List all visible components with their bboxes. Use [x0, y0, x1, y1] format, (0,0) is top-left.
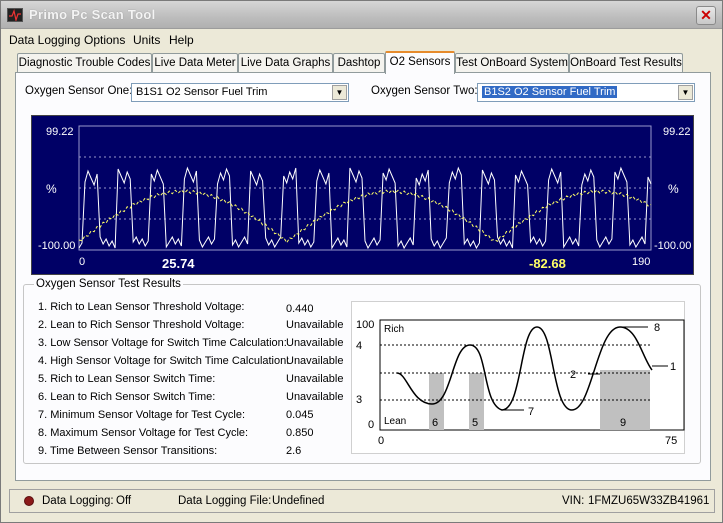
result-label-2: 2. Lean to Rich Sensor Threshold Voltage…: [38, 319, 245, 331]
sensor-two-select[interactable]: B1S2 O2 Sensor Fuel Trim ▼: [477, 83, 695, 102]
title-bar: Primo Pc Scan Tool ✕: [1, 1, 722, 29]
menu-data-logging[interactable]: Data Logging: [9, 33, 80, 47]
diagram-x-zero: 0: [378, 435, 384, 447]
o2-test-diagram: 100 0 0 75 Rich Lean 4 3 6 5 7 8 1 2 9: [351, 301, 685, 454]
sensor-one-select[interactable]: B1S1 O2 Sensor Fuel Trim ▼: [131, 83, 349, 102]
vin-label: VIN:: [562, 495, 585, 507]
diagram-mark-5: 5: [472, 417, 478, 429]
status-bar: Data Logging: Off Data Logging File: Und…: [9, 489, 715, 513]
diagram-x-end: 75: [665, 435, 677, 447]
logging-status-icon: [24, 496, 34, 506]
diagram-rich: Rich: [384, 324, 404, 335]
menu-options[interactable]: Options: [84, 33, 125, 47]
sensor-one-value: B1S1 O2 Sensor Fuel Trim: [136, 86, 268, 98]
result-value-2: Unavailable: [286, 319, 344, 331]
diagram-mark-9: 9: [620, 417, 626, 429]
sensor-one-label: Oxygen Sensor One:: [25, 85, 133, 97]
o2-graph: 99.22 % -100.00 99.22 % -100.00 0 190 25…: [31, 115, 694, 275]
tab-live-data-meter[interactable]: Live Data Meter: [152, 53, 238, 73]
x-min: 0: [79, 256, 86, 268]
menu-bar: Data Logging Options Units Help: [1, 30, 722, 50]
y-min-right: -100.00: [654, 240, 692, 252]
diagram-mark-8: 8: [654, 322, 660, 334]
diagram-lean: Lean: [384, 416, 406, 427]
result-value-4: Unavailable: [286, 355, 344, 367]
diagram-mark-6: 6: [432, 417, 438, 429]
tab-live-data-graphs[interactable]: Live Data Graphs: [238, 53, 333, 73]
chevron-down-icon[interactable]: ▼: [678, 85, 693, 100]
y-max-left: 99.22: [46, 126, 74, 138]
vin-value: 1FMZU65W33ZB41961: [588, 495, 710, 507]
result-label-5: 5. Rich to Lean Sensor Switch Time:: [38, 373, 216, 385]
app-icon: [7, 8, 23, 22]
diagram-y-zero: 0: [368, 419, 374, 431]
logging-file-label: Data Logging File:: [178, 495, 272, 507]
graph-plot: [78, 125, 652, 251]
sensor-two-reading: -82.68: [529, 256, 566, 271]
result-label-6: 6. Lean to Rich Sensor Switch Time:: [38, 391, 216, 403]
diagram-y-top: 100: [356, 319, 374, 331]
chevron-down-icon[interactable]: ▼: [332, 85, 347, 100]
tab-dashtop[interactable]: Dashtop: [333, 53, 385, 73]
close-icon[interactable]: ✕: [696, 6, 716, 25]
result-label-7: 7. Minimum Sensor Voltage for Test Cycle…: [38, 409, 246, 421]
diagram-mark-1: 1: [670, 361, 676, 373]
result-value-7: 0.045: [286, 409, 314, 421]
result-value-1: 0.440: [286, 303, 314, 315]
result-value-5: Unavailable: [286, 373, 344, 385]
result-label-8: 8. Maximum Sensor Voltage for Test Cycle…: [38, 427, 249, 439]
menu-units[interactable]: Units: [133, 33, 160, 47]
result-label-3: 3. Low Sensor Voltage for Switch Time Ca…: [38, 337, 287, 349]
y-unit-right: %: [668, 182, 679, 196]
result-label-9: 9. Time Between Sensor Transitions:: [38, 445, 218, 457]
y-max-right: 99.22: [663, 126, 691, 138]
sensor-two-trace: [78, 189, 652, 244]
logging-file-value: Undefined: [272, 495, 325, 507]
tab-o2-sensors[interactable]: O2 Sensors: [385, 51, 455, 74]
sensor-two-value: B1S2 O2 Sensor Fuel Trim: [482, 86, 618, 98]
result-label-1: 1. Rich to Lean Sensor Threshold Voltage…: [38, 301, 245, 313]
x-max: 190: [632, 256, 651, 268]
result-value-8: 0.850: [286, 427, 314, 439]
diagram-mark-4: 4: [356, 340, 362, 352]
sensor-one-trace: [78, 166, 652, 250]
sensor-one-reading: 25.74: [162, 256, 195, 271]
results-title: Oxygen Sensor Test Results: [34, 278, 183, 290]
tab-test-onboard-system[interactable]: Test OnBoard System: [455, 53, 569, 73]
app-window: Primo Pc Scan Tool ✕ Data Logging Option…: [0, 0, 723, 523]
tab-diagnostic-trouble-codes[interactable]: Diagnostic Trouble Codes: [17, 53, 152, 73]
y-min-left: -100.00: [38, 240, 76, 252]
menu-help[interactable]: Help: [169, 33, 194, 47]
sensor-two-label: Oxygen Sensor Two:: [371, 85, 478, 97]
result-value-9: 2.6: [286, 445, 302, 457]
diagram-mark-7: 7: [528, 406, 534, 418]
result-label-4: 4. High Sensor Voltage for Switch Time C…: [38, 355, 290, 367]
logging-value: Off: [116, 495, 132, 507]
diagram-mark-3: 3: [356, 394, 362, 406]
y-unit-left: %: [46, 182, 57, 196]
diagram-mark-2: 2: [570, 369, 576, 381]
tab-onboard-test-results[interactable]: OnBoard Test Results: [569, 53, 683, 73]
logging-label: Data Logging:: [42, 495, 114, 507]
result-value-6: Unavailable: [286, 391, 344, 403]
result-value-3: Unavailable: [286, 337, 344, 349]
window-title: Primo Pc Scan Tool: [29, 7, 156, 22]
